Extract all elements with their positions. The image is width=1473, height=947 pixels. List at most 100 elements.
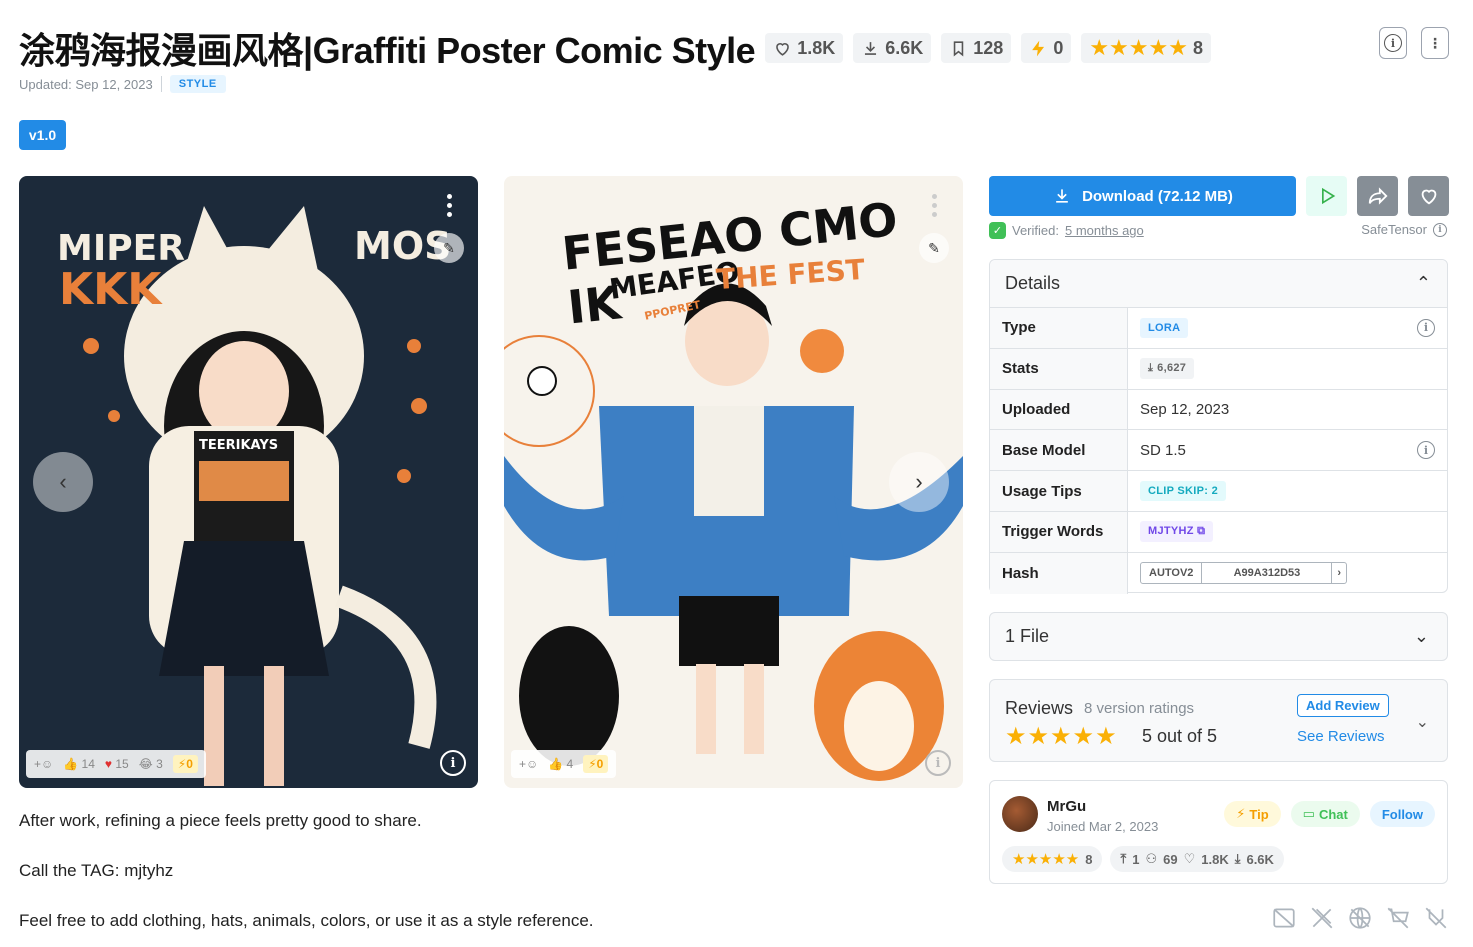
thumbs-up-reaction[interactable]: 👍 4 xyxy=(548,757,573,771)
remix-icon[interactable]: ✎ xyxy=(434,233,464,263)
download-label: Download (72.12 MB) xyxy=(1082,187,1233,205)
prev-image-button[interactable]: ‹ xyxy=(33,452,93,512)
gallery-image-card[interactable]: FESEAO CMO IK MEAFEO THE FEST PPOPRET ✎ … xyxy=(504,176,963,788)
tip-label: Tip xyxy=(1249,806,1269,822)
tip-button[interactable]: ⚡ Tip xyxy=(1224,801,1281,827)
chevron-right-icon: › xyxy=(915,469,923,494)
no-world-icon[interactable] xyxy=(1347,905,1373,931)
reaction-bar: +☺ 👍 14 ♥ 15 😂 3 ⚡0 xyxy=(26,750,206,778)
meta-row: Updated: Sep 12, 2023 STYLE xyxy=(19,75,226,93)
image-info-icon[interactable]: i xyxy=(440,750,466,776)
gallery-image-card[interactable]: MIPER KKK MOS TEERIKAYS ✎ ‹ +☺ 👍 14 ♥ 15… xyxy=(19,176,478,788)
reviews-subtitle: 8 version ratings xyxy=(1084,700,1195,717)
tip-reaction[interactable]: ⚡0 xyxy=(172,755,198,773)
add-review-button[interactable]: Add Review xyxy=(1297,694,1389,717)
likes-count: 1.8K xyxy=(797,37,836,58)
creator-actions: ⚡ Tip ▭ Chat Follow xyxy=(1224,801,1435,827)
no-tools-icon[interactable] xyxy=(1309,905,1335,931)
see-reviews-link[interactable]: See Reviews xyxy=(1297,728,1385,745)
remix-icon[interactable]: ✎ xyxy=(919,233,949,263)
details-row: Uploaded Sep 12, 2023 xyxy=(990,389,1447,431)
kebab-icon: ⋮ xyxy=(1428,34,1442,51)
laugh-reaction[interactable]: 😂 3 xyxy=(139,757,163,771)
rating-stat[interactable]: ★★★★★ 8 xyxy=(1081,33,1211,63)
card-menu-button[interactable] xyxy=(447,194,452,217)
bolt-icon xyxy=(1032,40,1045,56)
trigger-word-badge[interactable]: MJTYHZ ⧉ xyxy=(1140,521,1214,543)
thumbs-up-reaction[interactable]: 👍 14 xyxy=(63,757,95,771)
bookmarks-stat[interactable]: 128 xyxy=(941,33,1012,63)
files-accordion[interactable]: 1 File ⌄ xyxy=(989,612,1448,661)
likes-stat[interactable]: 1.8K xyxy=(765,33,844,63)
chat-icon: ▭ xyxy=(1302,806,1315,821)
download-icon: ⤓ xyxy=(1148,362,1154,375)
reaction-count: 4 xyxy=(566,757,574,771)
no-image-sell-icon[interactable] xyxy=(1271,905,1297,931)
art-text: KKK xyxy=(59,264,162,315)
users-icon: ⚇ xyxy=(1145,851,1158,866)
creator-stat-group: ⤒ 1 ⚇ 69 ♡ 1.8K ⤓ 6.6K xyxy=(1110,846,1284,872)
creator-name[interactable]: MrGu xyxy=(1047,798,1086,815)
details-title: Details xyxy=(1005,273,1061,293)
image-info-icon[interactable]: i xyxy=(925,750,951,776)
add-reaction-icon[interactable]: +☺ xyxy=(519,757,538,771)
description-paragraph: Feel free to add clothing, hats, animals… xyxy=(19,911,594,930)
rating-stars-icon: ★★★★★ xyxy=(1005,723,1118,750)
trigger-word: MJTYHZ xyxy=(1148,525,1194,538)
creator-card: MrGu Joined Mar 2, 2023 ⚡ Tip ▭ Chat Follo… xyxy=(989,780,1448,884)
details-row: Usage Tips CLIP SKIP: 2 xyxy=(990,471,1447,512)
creator-stats: ★★★★★ 8 ⤒ 1 ⚇ 69 ♡ 1.8K ⤓ 6.6K xyxy=(1002,846,1284,872)
info-icon[interactable]: i xyxy=(1417,441,1435,460)
add-reaction-icon[interactable]: +☺ xyxy=(34,757,53,771)
details-key: Hash xyxy=(990,552,1128,594)
info-icon[interactable]: i xyxy=(1417,318,1435,337)
no-merge-icon[interactable] xyxy=(1423,905,1449,931)
details-panel: Details ⌃ Type LORA i Stats ⤓ 6,627 Upload… xyxy=(989,259,1448,594)
details-key: Type xyxy=(990,308,1128,348)
version-button[interactable]: v1.0 xyxy=(19,120,66,150)
details-key: Trigger Words xyxy=(990,511,1128,552)
details-key: Uploaded xyxy=(990,389,1128,430)
tips-count: 0 xyxy=(1053,37,1064,58)
more-menu-button[interactable]: ⋮ xyxy=(1421,27,1449,59)
share-button[interactable] xyxy=(1357,176,1398,216)
info-button[interactable]: i xyxy=(1379,27,1407,59)
like-button[interactable] xyxy=(1408,176,1449,216)
verified-label: Verified: xyxy=(1012,223,1059,238)
reviews-title: Reviews xyxy=(1005,698,1074,718)
bolt-icon: ⚡ xyxy=(1236,806,1246,821)
follow-button[interactable]: Follow xyxy=(1369,801,1435,827)
hash-value[interactable]: A99A312D53 xyxy=(1202,563,1333,584)
details-header[interactable]: Details ⌃ xyxy=(990,260,1447,308)
no-cart-icon[interactable] xyxy=(1385,905,1411,931)
hash-type[interactable]: AUTOV2 xyxy=(1141,563,1203,584)
verified-time-link[interactable]: 5 months ago xyxy=(1065,223,1144,238)
chevron-down-icon[interactable]: ⌄ xyxy=(1416,712,1429,732)
card-menu-button[interactable] xyxy=(932,194,937,217)
run-button[interactable] xyxy=(1306,176,1347,216)
divider xyxy=(160,76,162,92)
creator-rating: ★★★★★ 8 xyxy=(1002,846,1103,872)
reaction-count: 3 xyxy=(156,757,163,771)
reaction-bar: +☺ 👍 4 ⚡0 xyxy=(511,750,617,778)
chevron-right-icon[interactable]: › xyxy=(1332,563,1346,583)
chat-button[interactable]: ▭ Chat xyxy=(1290,801,1360,827)
download-button[interactable]: Download (72.12 MB) xyxy=(989,176,1296,216)
hash-selector[interactable]: AUTOV2 A99A312D53 › xyxy=(1140,562,1348,585)
heart-reaction[interactable]: ♥ 15 xyxy=(105,757,129,771)
creator-followers: 69 xyxy=(1163,851,1178,867)
file-format-label: SafeTensor xyxy=(1361,222,1427,237)
downloads-count: 6.6K xyxy=(885,37,924,58)
uploaded-value: Sep 12, 2023 xyxy=(1140,400,1230,418)
tips-stat[interactable]: 0 xyxy=(1021,33,1072,63)
shield-check-icon: ✓ xyxy=(989,222,1006,239)
heart-icon xyxy=(776,42,790,56)
stats-badge: ⤓ 6,627 xyxy=(1140,358,1195,380)
next-image-button[interactable]: › xyxy=(889,452,949,512)
tip-reaction[interactable]: ⚡0 xyxy=(583,755,609,773)
info-icon[interactable]: i xyxy=(1433,222,1447,237)
category-badge[interactable]: STYLE xyxy=(169,75,226,93)
details-row: Base Model SD 1.5 i xyxy=(990,430,1447,472)
art-text: TEERIKAYS xyxy=(199,438,279,453)
avatar[interactable] xyxy=(1002,796,1038,832)
